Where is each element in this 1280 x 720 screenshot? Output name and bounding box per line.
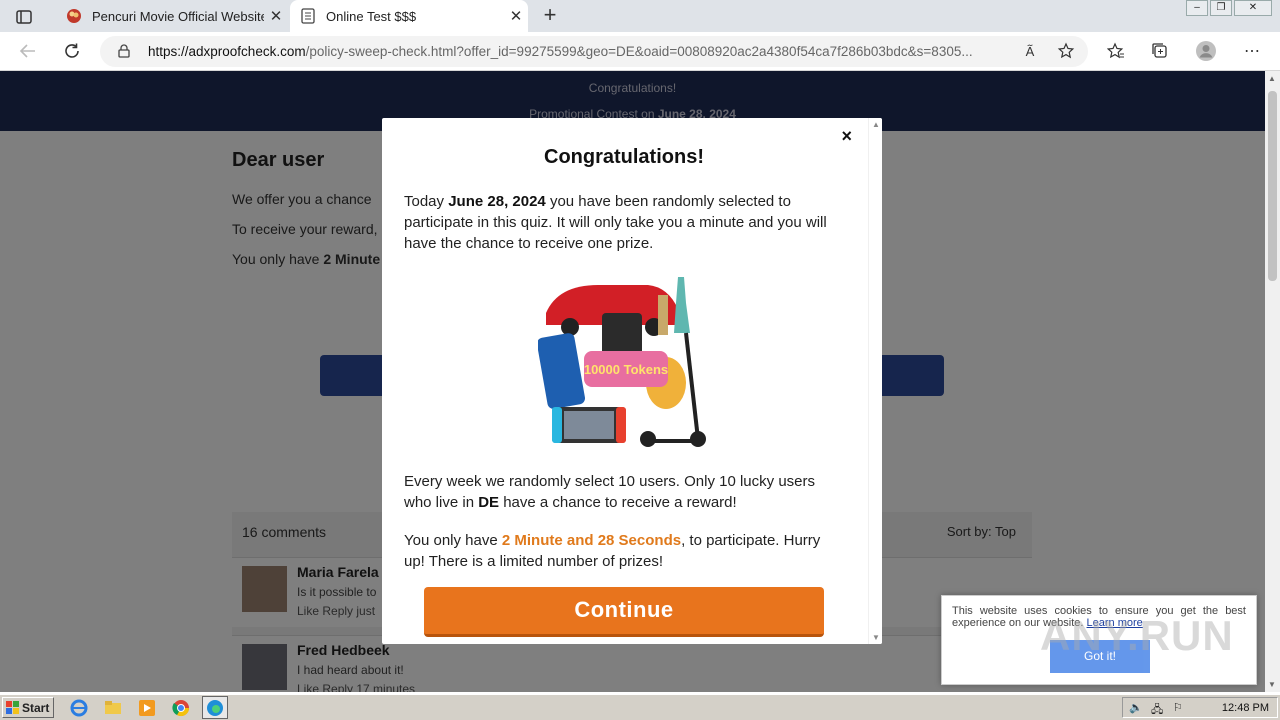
tokens-text: 10000 Tokens bbox=[584, 362, 668, 377]
avatar-icon bbox=[1196, 41, 1216, 61]
media-player-icon[interactable] bbox=[138, 699, 156, 717]
favorites-button[interactable] bbox=[1104, 40, 1128, 62]
lock-icon bbox=[118, 44, 130, 63]
modal-scrollbar[interactable]: ▲ ▼ bbox=[868, 118, 882, 644]
tab-strip: Pencuri Movie Official Website ✕ Online … bbox=[0, 0, 1280, 32]
car-wheel bbox=[561, 318, 579, 336]
windows-logo-icon bbox=[6, 700, 19, 714]
clock: 12:48 PM bbox=[1221, 702, 1269, 714]
favorites-icon bbox=[1107, 42, 1124, 59]
network-icon[interactable]: 🖧 bbox=[1151, 701, 1163, 720]
address-bar[interactable]: https://adxproofcheck.com/policy-sweep-c… bbox=[100, 36, 1088, 67]
tab-actions-button[interactable] bbox=[10, 6, 38, 28]
browser-toolbar: https://adxproofcheck.com/policy-sweep-c… bbox=[0, 32, 1280, 71]
scroll-down-icon[interactable]: ▼ bbox=[872, 633, 880, 642]
url-domain: https://adxproofcheck.com bbox=[148, 44, 306, 59]
flag-icon[interactable]: ⚐ bbox=[1173, 701, 1183, 714]
more-menu-button[interactable]: ⋯ bbox=[1240, 40, 1264, 62]
tab-title: Online Test $$$ bbox=[326, 8, 417, 24]
read-aloud-icon: A᷉ bbox=[1025, 43, 1035, 59]
statue-shape bbox=[674, 277, 690, 333]
tab-pencuri-movie[interactable]: Pencuri Movie Official Website ✕ bbox=[56, 0, 288, 32]
tab-online-test[interactable]: Online Test $$$ ✕ bbox=[290, 0, 528, 32]
minimize-button[interactable]: – bbox=[1186, 0, 1208, 16]
page-icon bbox=[300, 8, 316, 24]
folder-icon[interactable] bbox=[104, 699, 122, 717]
url-text[interactable]: https://adxproofcheck.com/policy-sweep-c… bbox=[148, 44, 1010, 59]
tower-shape bbox=[658, 295, 668, 335]
selection-b: have a chance to receive a reward! bbox=[499, 494, 737, 511]
modal-intro: Today June 28, 2024 you have been random… bbox=[404, 191, 844, 254]
taskbar: Start 🔈 🖧 ⚐ 12:48 PM bbox=[0, 694, 1280, 720]
refresh-button[interactable] bbox=[60, 40, 84, 62]
page-scrollbar[interactable]: ▲ ▼ bbox=[1265, 71, 1280, 692]
tab-title: Pencuri Movie Official Website bbox=[92, 8, 264, 24]
star-add-icon bbox=[1057, 42, 1075, 59]
tab-close-button[interactable]: ✕ bbox=[264, 7, 288, 25]
timer-countdown: 2 Minute and 28 Seconds bbox=[501, 532, 682, 549]
refresh-icon bbox=[65, 43, 79, 58]
intro-date: June 28, 2024 bbox=[448, 193, 546, 210]
restore-button[interactable]: ❐ bbox=[1210, 0, 1232, 16]
add-favorite-button[interactable] bbox=[1054, 40, 1078, 62]
start-label: Start bbox=[22, 700, 50, 715]
modal-selection-text: Every week we randomly select 10 users. … bbox=[404, 471, 844, 513]
phone-shape bbox=[536, 333, 586, 409]
chrome-icon[interactable] bbox=[172, 699, 190, 717]
ie-icon[interactable] bbox=[70, 699, 88, 717]
edge-icon bbox=[207, 700, 223, 716]
system-tray: 🔈 🖧 ⚐ 12:48 PM bbox=[1122, 697, 1278, 718]
selection-geo: DE bbox=[478, 494, 500, 511]
collections-button[interactable] bbox=[1148, 40, 1172, 62]
timer-a: You only have bbox=[404, 532, 502, 549]
volume-icon[interactable]: 🔈 bbox=[1129, 701, 1143, 714]
modal-title: Congratulations! bbox=[544, 146, 704, 168]
prize-image: 10000 Tokens bbox=[536, 273, 708, 453]
prize-modal: × Congratulations! Today June 28, 2024 y… bbox=[382, 118, 882, 644]
back-button[interactable] bbox=[16, 40, 40, 62]
popcorn-icon bbox=[66, 8, 82, 24]
collections-icon bbox=[1152, 43, 1167, 58]
back-arrow-icon bbox=[19, 44, 35, 58]
intro-a: Today bbox=[404, 193, 449, 210]
modal-timer-text: You only have 2 Minute and 28 Seconds, t… bbox=[404, 530, 844, 572]
tab-close-button[interactable]: ✕ bbox=[504, 7, 528, 25]
profile-button[interactable] bbox=[1194, 40, 1218, 62]
continue-button[interactable]: Continue bbox=[424, 587, 824, 637]
scroll-down-icon[interactable]: ▼ bbox=[1268, 680, 1276, 689]
scroll-up-icon[interactable]: ▲ bbox=[1268, 74, 1276, 83]
more-dots-icon: ⋯ bbox=[1244, 43, 1260, 60]
start-button[interactable]: Start bbox=[2, 697, 54, 718]
new-tab-button[interactable]: + bbox=[538, 4, 562, 27]
scroll-up-icon[interactable]: ▲ bbox=[872, 120, 880, 129]
read-aloud-button[interactable]: A᷉ bbox=[1018, 40, 1042, 62]
anyrun-watermark: ANY.RUN bbox=[1040, 612, 1234, 659]
edge-taskbar-button[interactable] bbox=[202, 696, 228, 719]
tab-actions-icon bbox=[16, 10, 32, 24]
scooter-shape bbox=[684, 332, 700, 440]
window-close-button[interactable]: ✕ bbox=[1234, 0, 1272, 16]
modal-close-button[interactable]: × bbox=[841, 126, 852, 147]
url-path: /policy-sweep-check.html?offer_id=992755… bbox=[305, 44, 973, 59]
scrollbar-thumb[interactable] bbox=[1268, 91, 1277, 281]
